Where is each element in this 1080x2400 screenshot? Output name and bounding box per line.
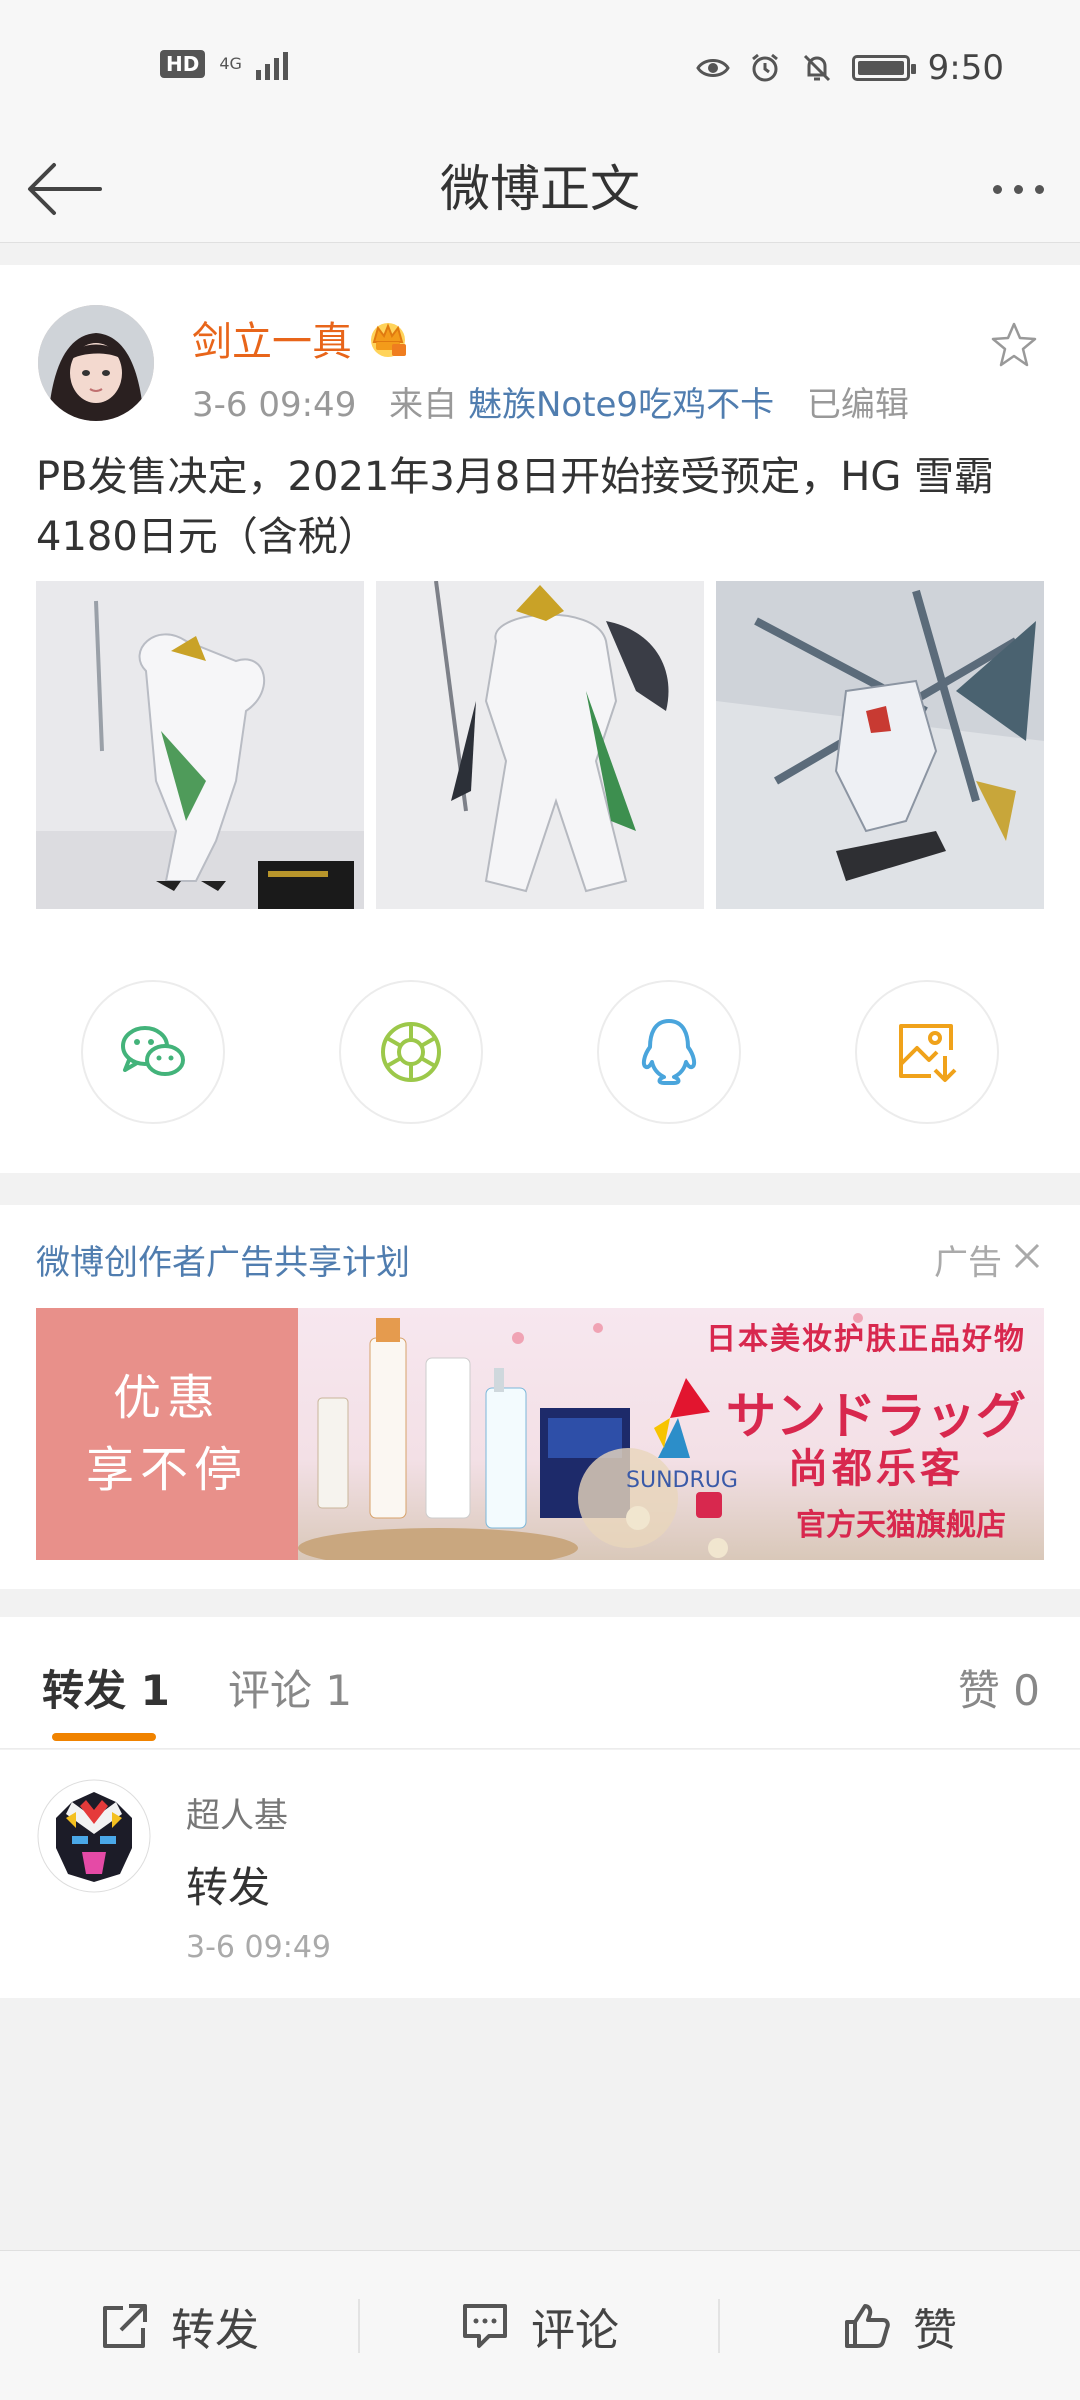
clock: 9:50: [927, 48, 1004, 88]
post-body: PB发售决定，2021年3月8日开始接受预定，HG 雪霸 4180日元（含税）: [36, 454, 995, 560]
repost-time: 3-6 09:49: [186, 1930, 331, 1965]
moments-icon: [381, 1022, 441, 1082]
repost-icon: [103, 2304, 147, 2348]
bottom-action-bar: 转发 评论 赞: [0, 2250, 1080, 2400]
save-image-button[interactable]: [855, 980, 999, 1124]
share-moments-button[interactable]: [339, 980, 483, 1124]
share-wechat-button[interactable]: [81, 980, 225, 1124]
signal-icon: [255, 48, 288, 80]
ad-banner-left: 优惠 享不停: [36, 1308, 298, 1560]
comment-button-label: 评论: [531, 2305, 619, 2356]
post-card: 剑立一真 3-6 09:49 来自 魅族Note9吃鸡不卡 已编辑 PB发售决定…: [0, 265, 1080, 1173]
post-source-link[interactable]: 魅族Note9吃鸡不卡: [468, 385, 774, 425]
status-bar: HD 4G 9:50: [0, 0, 1080, 135]
tab-repost[interactable]: 转发 1: [42, 1657, 170, 1718]
author-name[interactable]: 剑立一真: [192, 309, 410, 367]
tab-like[interactable]: 赞 0: [958, 1657, 1040, 1718]
wechat-icon: [121, 1026, 185, 1076]
eye-icon: [695, 51, 730, 85]
author-name-text: 剑立一真: [192, 319, 352, 365]
ad-slogan-1: 优惠: [112, 1370, 221, 1426]
network-type: 4G: [219, 54, 242, 73]
favorite-button[interactable]: [984, 315, 1044, 375]
star-icon: [991, 322, 1037, 367]
nav-bar: 微博正文: [0, 135, 1080, 243]
more-dot: [992, 184, 1002, 194]
from-label: 来自: [389, 385, 458, 425]
ad-slogan-2: 享不停: [85, 1442, 248, 1498]
page-title: 微博正文: [440, 160, 640, 218]
active-tab-indicator: [52, 1733, 156, 1741]
comment-icon: [463, 2304, 507, 2348]
ad-brand-en: SUNDRUG: [626, 1468, 738, 1493]
tab-comment[interactable]: 评论 1: [228, 1657, 352, 1718]
mute-bell-icon: [800, 51, 834, 85]
edited-label: 已编辑: [806, 385, 909, 425]
repost-item[interactable]: 超人基 转发 3-6 09:49: [0, 1750, 1080, 1998]
vip-crown-icon: [371, 323, 406, 357]
ad-program-title[interactable]: 微博创作者广告共享计划: [36, 1235, 410, 1284]
weibo-post-page: HD 4G 9:50 微博正文 剑立一真 3-6 09:49 来自 魅族Note…: [0, 0, 1080, 2400]
like-button-label: 赞: [913, 2305, 957, 2356]
ad-banner[interactable]: 优惠 享不停 日本美妆护肤正品好物 サンドラッグ 尚都乐客 SUNDRUG 官方…: [36, 1308, 1044, 1560]
battery-icon: [851, 55, 916, 81]
post-meta: 3-6 09:49 来自 魅族Note9吃鸡不卡 已编辑: [192, 377, 909, 426]
reposter-name[interactable]: 超人基: [186, 1788, 288, 1837]
post-images: [36, 581, 1044, 909]
comment-button[interactable]: 评论: [360, 2251, 718, 2400]
interaction-tabs: 转发 1 评论 1 赞 0: [0, 1617, 1080, 1749]
author-avatar[interactable]: [38, 305, 154, 421]
status-right: 9:50: [695, 48, 1004, 88]
ad-label: 广告: [934, 1235, 1042, 1284]
post-image-1[interactable]: [36, 581, 364, 909]
alarm-icon: [748, 51, 782, 85]
ad-label-text: 广告: [934, 1243, 1002, 1283]
close-ad-button[interactable]: [1012, 1240, 1042, 1280]
reposter-avatar[interactable]: [36, 1778, 152, 1894]
post-timestamp: 3-6 09:49: [192, 385, 357, 425]
close-icon: [1014, 1243, 1040, 1268]
post-image-2[interactable]: [376, 581, 704, 909]
qq-icon: [641, 1019, 697, 1085]
repost-text: 转发: [186, 1863, 271, 1912]
hd-badge: HD: [160, 50, 206, 78]
status-left: HD 4G: [160, 48, 288, 80]
ad-tagline: 日本美妆护肤正品好物: [706, 1322, 1026, 1357]
ad-brand-cn: 尚都乐客: [788, 1446, 964, 1492]
ad-banner-main: 日本美妆护肤正品好物 サンドラッグ 尚都乐客 SUNDRUG 官方天猫旗舰店: [298, 1308, 1044, 1560]
share-row: [0, 980, 1080, 1124]
thumbs-up-icon: [845, 2304, 890, 2348]
repost-button-label: 转发: [171, 2305, 259, 2356]
post-image-3[interactable]: [716, 581, 1044, 909]
more-dot: [1013, 184, 1023, 194]
like-button[interactable]: 赞: [720, 2251, 1078, 2400]
save-image-icon: [899, 1024, 957, 1082]
ad-card: 微博创作者广告共享计划 广告 优惠 享不停 日本美妆护肤正品好物 サンドラッグ …: [0, 1205, 1080, 1589]
repost-button[interactable]: 转发: [0, 2251, 358, 2400]
more-dot: [1034, 184, 1044, 194]
share-qq-button[interactable]: [597, 980, 741, 1124]
more-button[interactable]: [976, 157, 1060, 221]
ad-store-text: 官方天猫旗舰店: [796, 1508, 1006, 1543]
